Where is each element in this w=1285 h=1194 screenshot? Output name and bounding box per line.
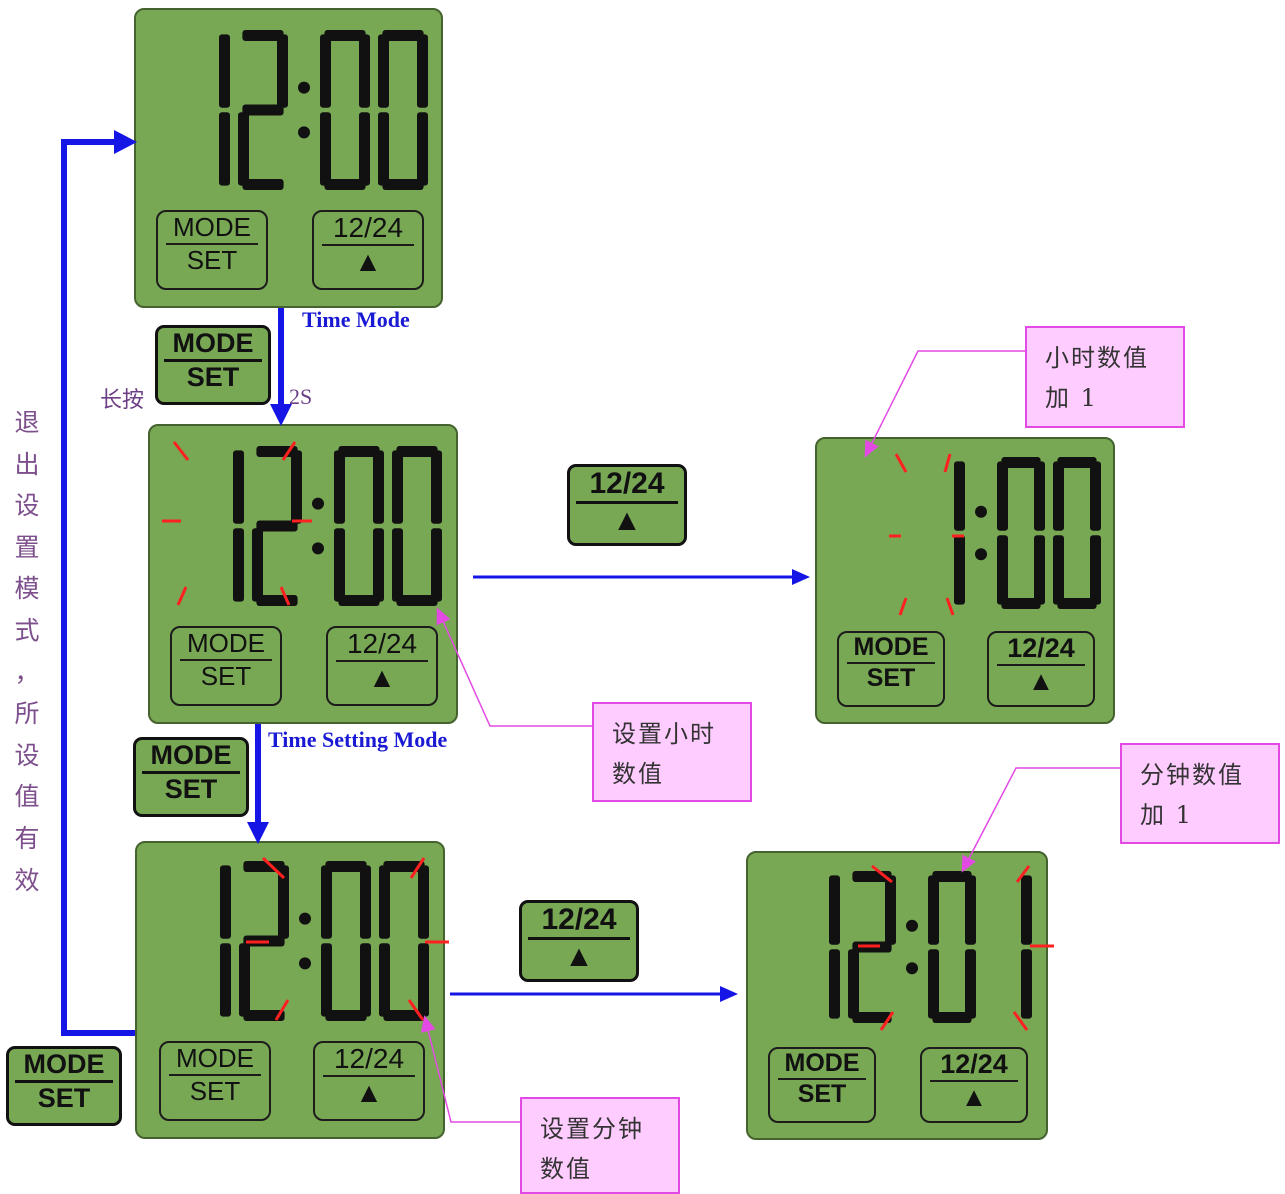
exit-loop-arrow bbox=[61, 139, 135, 1036]
callout-line-set-minute bbox=[420, 1015, 520, 1123]
callout-line-hour-plus bbox=[864, 350, 1025, 458]
time-setting-mode-label: Time Setting Mode bbox=[268, 727, 448, 752]
callout-minute-plus-one: 分钟数值 加 1 bbox=[1120, 743, 1280, 844]
blink-marks-hour-plus bbox=[889, 453, 964, 616]
blink-marks-minute-setting bbox=[246, 856, 449, 1021]
callout-line-minute-plus bbox=[961, 767, 1120, 873]
callout-set-hour: 设置小时 数值 bbox=[592, 702, 752, 802]
hour-right-arrowhead bbox=[792, 569, 810, 585]
exit-loop-arrowhead bbox=[114, 130, 137, 154]
two-seconds-label: 2S bbox=[289, 384, 313, 409]
long-press-label: 长按 bbox=[100, 388, 145, 413]
callout-hour-plus-one: 小时数值 加 1 bbox=[1025, 326, 1185, 428]
callout-line-set-hour bbox=[436, 607, 592, 727]
blink-marks-hour-setting bbox=[162, 441, 312, 606]
minute-right-arrowhead bbox=[720, 986, 738, 1002]
callout-set-minute: 设置分钟 数值 bbox=[520, 1097, 680, 1194]
time-mode-label: Time Mode bbox=[302, 307, 410, 332]
flow-connectors bbox=[61, 130, 1120, 1123]
exit-setting-vertical-text: 退 出 设 置 模 式 ， 所 设 值 有 效 bbox=[14, 408, 40, 895]
blink-marks-minute-plus bbox=[858, 864, 1054, 1031]
setting-mode-down-arrowhead bbox=[247, 822, 269, 844]
